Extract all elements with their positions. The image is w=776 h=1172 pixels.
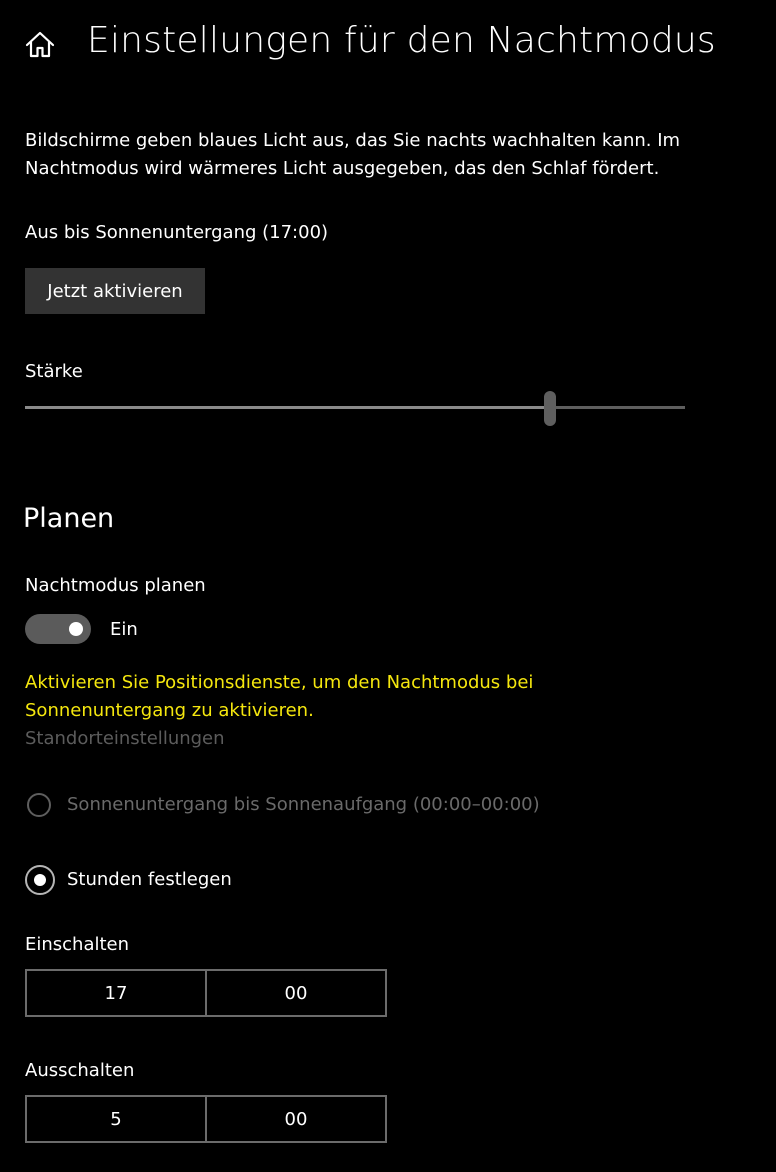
turn-on-hour[interactable]: 17 bbox=[27, 971, 205, 1015]
strength-slider-thumb[interactable] bbox=[543, 391, 556, 426]
description-line-2: Nachtmodus wird wärmeres Licht ausgegebe… bbox=[25, 158, 660, 179]
description-line-1: Bildschirme geben blaues Licht aus, das … bbox=[25, 130, 681, 151]
activate-now-button[interactable]: Jetzt aktivieren bbox=[25, 268, 205, 314]
location-warning: Aktivieren Sie Positionsdienste, um den … bbox=[25, 669, 533, 725]
toggle-knob bbox=[69, 622, 83, 636]
description: Bildschirme geben blaues Licht aus, das … bbox=[25, 127, 680, 183]
turn-on-minute[interactable]: 00 bbox=[205, 971, 385, 1015]
strength-label: Stärke bbox=[25, 361, 83, 382]
schedule-section-title: Planen bbox=[23, 503, 115, 534]
night-light-status: Aus bis Sonnenuntergang (17:00) bbox=[25, 222, 329, 243]
turn-off-time-picker[interactable]: 5 00 bbox=[25, 1095, 387, 1143]
home-icon[interactable] bbox=[24, 29, 56, 61]
strength-slider-fill bbox=[25, 406, 550, 409]
radio-sunset-to-sunrise-label: Sonnenuntergang bis Sonnenaufgang (00:00… bbox=[67, 794, 540, 815]
radio-selected-dot bbox=[34, 874, 46, 886]
location-warning-line-2: Sonnenuntergang zu aktivieren. bbox=[25, 700, 314, 721]
strength-slider[interactable] bbox=[25, 406, 685, 409]
schedule-toggle[interactable] bbox=[25, 614, 91, 644]
turn-off-hour[interactable]: 5 bbox=[27, 1097, 205, 1141]
schedule-night-light-label: Nachtmodus planen bbox=[25, 575, 206, 596]
turn-off-minute[interactable]: 00 bbox=[205, 1097, 385, 1141]
radio-set-hours-label: Stunden festlegen bbox=[67, 869, 232, 890]
page-title: Einstellungen für den Nachtmodus bbox=[87, 20, 716, 61]
turn-off-label: Ausschalten bbox=[25, 1060, 135, 1081]
turn-on-label: Einschalten bbox=[25, 934, 130, 955]
location-warning-line-1: Aktivieren Sie Positionsdienste, um den … bbox=[25, 672, 534, 693]
toggle-state-label: Ein bbox=[110, 619, 138, 640]
location-settings-link[interactable]: Standorteinstellungen bbox=[25, 725, 225, 753]
radio-sunset-to-sunrise[interactable] bbox=[27, 793, 51, 817]
radio-set-hours[interactable] bbox=[25, 865, 55, 895]
turn-on-time-picker[interactable]: 17 00 bbox=[25, 969, 387, 1017]
